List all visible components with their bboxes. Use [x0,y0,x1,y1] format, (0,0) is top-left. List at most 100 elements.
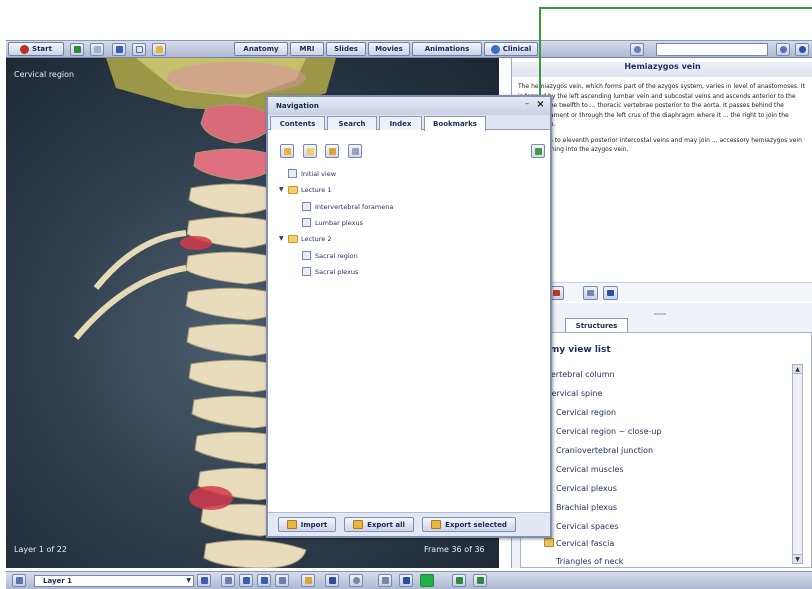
list-item[interactable]: Cervical region [556,408,616,417]
scroll-down-icon[interactable]: ▼ [793,554,802,563]
import-icon [286,520,297,529]
tree-item[interactable]: Intervertebral foramena [315,203,393,211]
delete-icon[interactable] [348,144,362,158]
export-selected-button[interactable]: Export selected [422,517,516,532]
export-icon [353,520,364,529]
list-item[interactable]: Craniovertebral junction [556,446,653,455]
dialog-footer: Import Export all Export selected [268,512,550,536]
search-icon[interactable] [630,43,644,56]
help-icon[interactable] [795,43,809,56]
folder-icon[interactable] [152,43,166,56]
save-icon[interactable] [603,286,618,300]
callout-line [539,7,812,9]
layout-icon[interactable] [132,43,146,56]
tab-slides[interactable]: Slides [326,42,366,56]
bookmark-icon [302,251,311,260]
tab-animations[interactable]: Animations [412,42,482,56]
layer-select[interactable]: Layer 1 ▼ [34,575,194,587]
tab-mri[interactable]: MRI [290,42,324,56]
window-icon[interactable] [112,43,126,56]
list-item[interactable]: Cervical plexus [556,484,617,493]
info-description: The hemiazygos vein, which forms part of… [518,82,808,161]
pin-icon[interactable] [325,574,339,587]
rename-icon[interactable] [325,144,339,158]
tree-item[interactable]: Sacral plexus [315,268,358,276]
tab-structures[interactable]: Structures [565,318,628,332]
filter-icon[interactable] [12,574,26,587]
list-item[interactable]: Cervical spaces [556,522,618,531]
scroll-up-icon[interactable]: ▲ [793,365,802,374]
info-title: Hemiazygos vein [512,62,812,77]
green-status-icon[interactable] [420,574,434,587]
info-paragraph: ... the ninth to eleventh posterior inte… [518,136,802,154]
tree-item[interactable]: Sacral region [315,252,358,260]
export-icon [431,520,442,529]
new-folder-icon[interactable] [303,144,317,158]
folder-icon [288,235,298,243]
save-icon[interactable] [399,574,413,587]
folder-icon [288,186,298,194]
bookmark-icon [288,169,297,178]
tree-folder[interactable]: Lecture 1 [301,186,331,194]
expand-icon[interactable]: ▼ [279,186,284,193]
start-logo-icon [20,44,30,54]
list-item[interactable]: Vertebral column [546,370,615,379]
print-icon[interactable] [378,574,392,587]
list-item[interactable]: Cervical region ~ close-up [556,427,662,436]
chevron-down-icon: ▼ [186,577,191,584]
expand-icon[interactable]: ▼ [279,235,284,242]
print-icon[interactable] [583,286,598,300]
swap-icon[interactable] [452,574,466,587]
list-scrollbar[interactable]: ▲ ▼ [792,364,803,564]
tab-index[interactable]: Index [379,116,422,130]
list-item[interactable]: Triangles of neck [556,557,623,566]
tab-movies[interactable]: Movies [368,42,410,56]
start-label: Start [32,45,52,53]
bookmark-view-icon[interactable] [531,144,545,158]
list-item[interactable]: Cervical spine [546,389,602,398]
import-label: Import [300,520,328,529]
minimize-icon[interactable]: – [522,99,532,112]
export-selected-label: Export selected [445,520,507,529]
sort-icon[interactable] [473,574,487,587]
tree-item[interactable]: Lumbar plexus [315,219,363,227]
zoom-icon[interactable] [776,43,790,56]
dialog-title: Navigation [268,97,550,115]
new-bookmark-icon[interactable] [280,144,294,158]
pencil-icon[interactable] [301,574,315,587]
export-all-button[interactable]: Export all [344,517,414,532]
tab-search[interactable]: Search [327,116,377,130]
frame-status: Frame 36 of 36 [424,545,485,554]
splitter-grip[interactable] [654,313,666,315]
list-item[interactable]: Cervical fascia [556,539,614,548]
forward-icon[interactable] [90,43,104,56]
export-all-label: Export all [367,520,405,529]
info-toolbar [511,282,812,302]
bookmark-icon [302,267,311,276]
rotate-right-icon[interactable] [275,574,289,587]
import-button[interactable]: Import [278,517,336,532]
layer-up-icon[interactable] [197,574,211,587]
tree-item[interactable]: Initial view [301,170,336,178]
back-icon[interactable] [70,43,84,56]
info-paragraph: The hemiazygos vein, which forms part of… [518,83,805,128]
tab-bookmarks[interactable]: Bookmarks [424,116,486,131]
tab-clinical-label: Clinical [502,45,532,53]
tab-contents[interactable]: Contents [270,116,325,130]
bookmark-icon [302,202,311,211]
navigation-tabs: Contents Search Index Bookmarks [268,115,550,131]
rotate-icon[interactable] [221,574,235,587]
tab-anatomy[interactable]: Anatomy [234,42,288,56]
list-item[interactable]: Cervical muscles [556,465,624,474]
tree-folder[interactable]: Lecture 2 [301,235,331,243]
search-input[interactable] [656,43,768,56]
zoom-icon[interactable] [349,574,363,587]
region-label: Cervical region [14,70,75,79]
list-item[interactable]: Brachial plexus [556,503,617,512]
next-icon[interactable] [257,574,271,587]
prev-icon[interactable] [239,574,253,587]
start-button[interactable]: Start [8,42,64,56]
tab-clinical[interactable]: Clinical [484,42,538,56]
info-panel: Hemiazygos vein The hemiazygos vein, whi… [511,58,812,303]
close-icon[interactable]: × [534,99,547,112]
